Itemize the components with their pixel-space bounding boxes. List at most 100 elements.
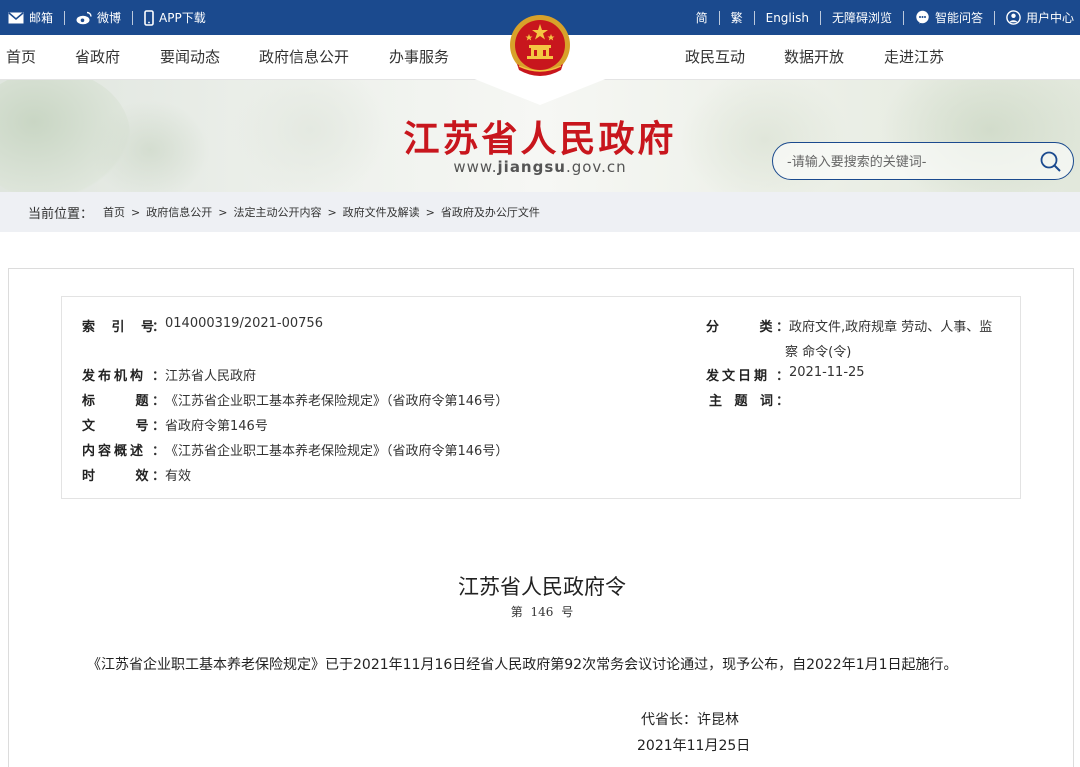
breadcrumb-home[interactable]: 首页 [103, 204, 125, 220]
meta-summary-value: 《江苏省企业职工基本养老保险规定》（省政府令第146号） [165, 444, 509, 459]
national-emblem-icon[interactable] [505, 12, 575, 82]
meta-title-label: 标 题 [82, 394, 149, 409]
nav-provincial-government[interactable]: 省政府 [75, 35, 120, 80]
divider [753, 10, 755, 25]
meta-colon: ： [776, 369, 790, 384]
meta-colon: ： [152, 394, 166, 409]
simplified-chinese-link[interactable]: 简 [696, 9, 708, 26]
meta-issuer-row: 发布机构 ： 江苏省人民政府 [82, 365, 256, 384]
search-input[interactable] [787, 152, 1037, 172]
meta-date-label: 发文日期 [706, 369, 771, 384]
meta-date-row: 发文日期 ： 2021-11-25 [706, 365, 865, 384]
mail-icon [8, 11, 24, 24]
breadcrumb-office-documents[interactable]: 省政府及办公厅文件 [441, 204, 540, 220]
chat-icon [915, 10, 930, 25]
nav-open-data[interactable]: 数据开放 [784, 35, 844, 80]
accessibility-link[interactable]: 无障碍浏览 [832, 9, 892, 26]
top-bar-left: 邮箱 微博 APP下载 [8, 0, 206, 35]
top-bar-right: 简 繁 English 无障碍浏览 智能问答 用户中心 [696, 0, 1074, 35]
english-link[interactable]: English [766, 11, 809, 25]
meta-category-row-2: 察 命令(令) [785, 341, 851, 360]
breadcrumb-separator: > [218, 205, 228, 219]
nav-news[interactable]: 要闻动态 [160, 35, 220, 80]
meta-date-value: 2021-11-25 [789, 365, 865, 380]
meta-colon: ： [152, 320, 166, 335]
divider [902, 10, 904, 25]
domain-prefix: www. [453, 158, 498, 176]
meta-colon: ： [152, 444, 166, 459]
meta-category-value-2: 察 命令(令) [785, 345, 852, 360]
meta-colon: ： [152, 369, 166, 384]
mail-link[interactable]: 邮箱 [8, 9, 53, 26]
nav-services[interactable]: 办事服务 [389, 35, 449, 80]
nav-gov-info-disclosure[interactable]: 政府信息公开 [259, 35, 349, 80]
meta-issuer-value: 江苏省人民政府 [165, 369, 257, 384]
meta-colon: ： [152, 469, 166, 484]
breadcrumb-gov-info-disclosure[interactable]: 政府信息公开 [146, 204, 212, 220]
smart-qa-label: 智能问答 [934, 11, 983, 25]
nav-interaction[interactable]: 政民互动 [685, 35, 745, 80]
breadcrumb-label: 当前位置： [28, 206, 94, 222]
meta-keywords-label: 主 题 词 [709, 394, 774, 409]
breadcrumb-separator: > [425, 205, 435, 219]
breadcrumb-bar: 当前位置： 首页 > 政府信息公开 > 法定主动公开内容 > 政府文件及解读 >… [0, 192, 1080, 232]
meta-colon: ： [776, 320, 790, 335]
accessibility-label: 无障碍浏览 [831, 11, 892, 25]
mail-label: 邮箱 [29, 11, 54, 25]
meta-category-label: 分 类 [706, 320, 773, 335]
english-label: English [765, 10, 809, 25]
document-number: 第 146 号 [510, 605, 574, 619]
meta-index-label: 索 引 号 [82, 320, 161, 335]
meta-keywords-row: 主 题 词： [706, 390, 789, 409]
domain-suffix: .gov.cn [565, 158, 627, 176]
search-button[interactable] [1039, 150, 1063, 174]
traditional-chinese-link[interactable]: 繁 [731, 9, 743, 26]
app-download-link[interactable]: APP下载 [144, 9, 206, 26]
document-signature: 代省长：许昆林 [641, 712, 739, 728]
weibo-link[interactable]: 微博 [76, 9, 121, 26]
simplified-label: 简 [695, 11, 708, 25]
meta-index-row: 索 引 号： 014000319/2021-00756 [82, 316, 323, 335]
user-center-label: 用户中心 [1025, 11, 1074, 25]
article-container: 索 引 号： 014000319/2021-00756 分 类： 政府文件,政府… [8, 268, 1074, 767]
document-metadata-table: 索 引 号： 014000319/2021-00756 分 类： 政府文件,政府… [61, 296, 1021, 499]
weibo-icon [76, 11, 92, 25]
nav-home[interactable]: 首页 [6, 35, 36, 80]
meta-summary-row: 内容概述 ： 《江苏省企业职工基本养老保险规定》（省政府令第146号） [82, 440, 508, 459]
phone-icon [144, 9, 154, 26]
user-center-link[interactable]: 用户中心 [1006, 9, 1074, 26]
meta-docno-label: 文 号 [82, 419, 149, 434]
meta-title-row: 标 题： 《江苏省企业职工基本养老保险规定》（省政府令第146号） [82, 390, 508, 409]
domain-name: jiangsu [497, 158, 566, 176]
search-box [772, 142, 1074, 180]
meta-validity-label: 时 效 [82, 469, 149, 484]
meta-validity-row: 时 效： 有效 [82, 465, 191, 484]
document-title: 江苏省人民政府令 [458, 575, 626, 599]
divider [819, 10, 821, 25]
breadcrumb-separator: > [327, 205, 337, 219]
breadcrumb-statutory-content[interactable]: 法定主动公开内容 [233, 204, 321, 220]
meta-index-value: 014000319/2021-00756 [165, 316, 323, 331]
breadcrumb-separator: > [131, 205, 141, 219]
breadcrumb-gov-documents[interactable]: 政府文件及解读 [343, 204, 420, 220]
search-icon [1039, 151, 1063, 178]
divider [718, 10, 720, 25]
app-download-label: APP下载 [159, 11, 206, 25]
meta-title-value: 《江苏省企业职工基本养老保险规定》（省政府令第146号） [165, 394, 509, 409]
meta-docno-row: 文 号： 省政府令第146号 [82, 415, 268, 434]
meta-validity-value: 有效 [165, 469, 192, 484]
meta-category-value: 政府文件,政府规章 劳动、人事、监 [789, 320, 993, 335]
smart-qa-link[interactable]: 智能问答 [915, 9, 983, 26]
document-date: 2021年11月25日 [637, 738, 751, 754]
divider [132, 10, 134, 25]
divider [993, 10, 995, 25]
meta-colon: ： [152, 419, 166, 434]
weibo-label: 微博 [97, 11, 122, 25]
breadcrumb: 当前位置： 首页 > 政府信息公开 > 法定主动公开内容 > 政府文件及解读 >… [28, 192, 540, 232]
nav-about-jiangsu[interactable]: 走进江苏 [884, 35, 944, 80]
meta-category-row: 分 类： 政府文件,政府规章 劳动、人事、监 [706, 316, 992, 335]
meta-issuer-label: 发布机构 [82, 369, 147, 384]
meta-docno-value: 省政府令第146号 [165, 419, 268, 434]
user-icon [1006, 10, 1021, 25]
document-body: 《江苏省企业职工基本养老保险规定》已于2021年11月16日经省人民政府第92次… [87, 657, 958, 673]
